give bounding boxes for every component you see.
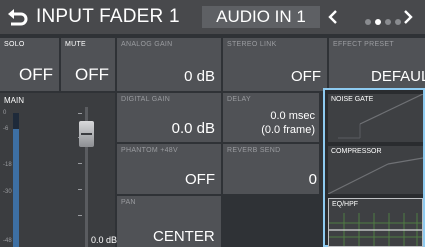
fader-value: 0.0 dB	[91, 235, 118, 245]
delay-frames: (0.0 frame)	[261, 124, 315, 136]
chevron-right-icon[interactable]	[403, 9, 413, 25]
digital-gain-value: 0.0 dB	[171, 120, 215, 137]
effect-preset-value: DEFAULT	[371, 68, 425, 85]
page-dot	[395, 19, 401, 25]
pan-label: PAN	[121, 199, 136, 206]
stereo-link-value: OFF	[291, 68, 321, 85]
analog-gain-label: ANALOG GAIN	[121, 41, 173, 48]
pan-value: CENTER	[153, 228, 215, 245]
mute-label: MUTE	[65, 41, 87, 48]
page-indicator	[365, 12, 405, 30]
main-fader-panel: MAIN 0 -6 -18 -30 -48 0.0 dB	[0, 93, 118, 247]
eq-graph	[329, 213, 422, 246]
phantom-value: OFF	[185, 171, 215, 188]
fader-knob[interactable]	[79, 121, 94, 147]
scale-mark: -30	[3, 189, 12, 195]
solo-value: OFF	[19, 65, 53, 84]
analog-gain-field[interactable]: ANALOG GAIN 0 dB	[117, 38, 221, 91]
solo-button[interactable]: SOLO OFF	[0, 38, 59, 91]
page-dot-current	[375, 19, 381, 25]
analog-gain-value: 0 dB	[184, 68, 215, 85]
scale-mark: 0	[3, 110, 7, 116]
mute-value: OFF	[75, 65, 109, 84]
scale-mark: -18	[3, 162, 12, 168]
digital-gain-label: DIGITAL GAIN	[121, 96, 171, 103]
phantom-power-button[interactable]: PHANTOM +48V OFF	[117, 144, 221, 194]
level-meter-fill	[13, 129, 19, 247]
reverb-send-label: REVERB SEND	[227, 147, 281, 154]
chevron-left-icon[interactable]	[328, 9, 338, 25]
reverb-send-field[interactable]: REVERB SEND 0	[223, 144, 319, 194]
stereo-link-label: STEREO LINK	[227, 41, 277, 48]
channel-name: AUDIO IN 1	[202, 6, 320, 28]
effect-preset-field[interactable]: EFFECT PRESET DEFAULT	[329, 38, 425, 91]
solo-label: SOLO	[4, 41, 25, 48]
dynamics-eq-panel[interactable]: NOISE GATE COMPRESSOR EQ/HPF	[323, 88, 425, 247]
digital-gain-field[interactable]: DIGITAL GAIN 0.0 dB	[117, 93, 221, 142]
delay-label: DELAY	[227, 96, 251, 103]
delay-field[interactable]: DELAY 0.0 msec (0.0 frame)	[223, 93, 319, 142]
delay-value: 0.0 msec	[270, 110, 315, 122]
page-dot	[385, 19, 391, 25]
scale-mark: -6	[3, 126, 9, 132]
return-arrow-icon[interactable]	[6, 7, 28, 27]
mute-button[interactable]: MUTE OFF	[61, 38, 115, 91]
eq-hpf-panel[interactable]: EQ/HPF	[328, 198, 423, 247]
compressor-panel[interactable]: COMPRESSOR	[328, 146, 423, 194]
main-label: MAIN	[4, 96, 24, 105]
reverb-send-value: 0	[308, 171, 317, 188]
compressor-graph	[328, 157, 423, 194]
phantom-label: PHANTOM +48V	[121, 147, 178, 154]
effect-preset-label: EFFECT PRESET	[333, 41, 394, 48]
pan-field[interactable]: PAN CENTER	[117, 196, 221, 247]
page-title: INPUT FADER 1	[36, 6, 180, 27]
scale-mark: -48	[3, 238, 12, 244]
stereo-link-field[interactable]: STEREO LINK OFF	[223, 38, 327, 91]
page-dot	[365, 19, 371, 25]
noise-gate-graph	[338, 94, 423, 139]
level-meter	[13, 113, 19, 247]
noise-gate-panel[interactable]: NOISE GATE	[328, 94, 423, 142]
